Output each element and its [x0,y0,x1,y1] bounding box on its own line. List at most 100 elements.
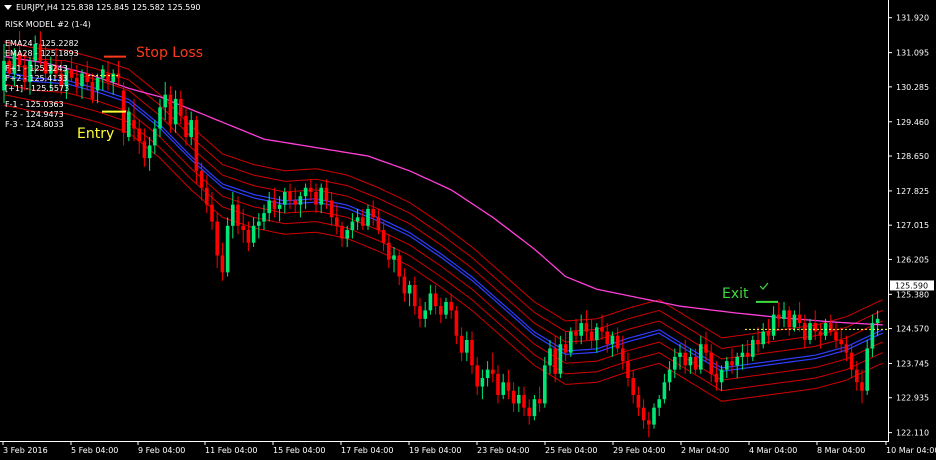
candle-body [693,356,698,370]
x-tick-label: 2 Mar 04:00 [681,446,729,455]
candle-body [90,82,95,99]
collapse-triangle-icon[interactable] [4,5,12,10]
candle-body [751,339,755,357]
x-tick-label: 8 Mar 04:00 [817,446,865,455]
y-tick-label: 126.205 [896,255,929,264]
candle-body [865,348,869,391]
candle-body [849,352,854,370]
candle-body [413,285,417,307]
candle-body [699,344,703,370]
candle-body [652,407,656,425]
readout-f-minus-3: F-3 - 124.8033 [5,120,64,129]
candle-body [735,356,739,366]
candle-body [792,314,797,328]
candle-body [397,255,401,277]
candle-body [366,208,370,226]
candle-body [168,94,173,125]
candle-body [771,314,776,336]
candle-body [345,230,349,239]
readout-f-plus-2: F+2 - 125.4133 [5,74,68,83]
candle-body [829,323,833,332]
candle-body [350,221,355,231]
candle-body [834,331,838,340]
y-tick-label: 127.015 [896,221,929,230]
y-tick-label: 122.935 [896,394,929,403]
candle-body [662,382,667,400]
candle-body [85,73,89,83]
x-tick-label: 17 Feb 04:00 [341,446,393,455]
candle-body [522,394,526,408]
candle-body [553,348,557,374]
candle-body [491,369,495,374]
x-tick-label: 15 Feb 04:00 [273,446,325,455]
candle-body [179,98,183,116]
y-tick-label: 131.920 [896,14,929,23]
candle-body [574,331,578,336]
y-tick-label: 125.380 [896,290,929,299]
candle-body [371,208,375,218]
candle-body [756,339,760,345]
candle-body [745,352,750,357]
candle-body [600,327,604,332]
indicator-name: RISK MODEL #2 (1-4) [5,20,91,29]
candle-body [803,323,807,340]
candle-body [215,221,219,256]
candle-body [335,217,339,226]
candle-body [782,310,786,319]
candle-body [231,204,235,226]
x-tick-label: 11 Feb 04:00 [205,446,257,455]
candle-body [407,285,412,294]
y-tick-label: 131.095 [896,49,929,58]
candle-body [641,407,646,421]
current-price-label: 125.590 [895,281,928,290]
candle-body [459,335,464,353]
candle-body [194,120,199,171]
candle-body [293,200,297,205]
y-tick-label: 130.285 [896,83,929,92]
candle-body [288,191,292,201]
candle-body [329,200,334,218]
candle-body [584,323,589,332]
readout-ema24: EMA24 - 125.2282 [5,39,79,48]
candle-body [277,204,282,209]
candle-body [511,390,516,404]
y-tick-label: 127.825 [896,187,929,196]
x-tick-label: 23 Feb 04:00 [477,446,529,455]
candle-body [309,187,313,192]
candle-body [626,361,630,379]
candle-body [605,331,609,345]
candle-body [101,69,105,78]
x-tick-label: 4 Mar 04:00 [749,446,797,455]
readout-f-minus-1: F-1 - 125.0363 [5,100,64,109]
symbol-header: EURJPY,H4 125.838 125.845 125.582 125.59… [4,3,201,13]
candle-body [147,145,152,159]
candle-body [688,356,693,366]
candle-body [569,331,573,353]
bull-candle [127,107,131,142]
candle-body [132,120,136,129]
candle-body [387,242,391,260]
candle-body [314,191,318,205]
candle-body [709,352,713,374]
x-tick-label: 9 Feb 04:00 [138,446,185,455]
candle-body [808,323,812,340]
candle-body [210,204,214,222]
candle-body [106,73,110,83]
candle-body [543,365,547,404]
x-tick-label: 5 Feb 04:00 [71,446,118,455]
x-tick-label: 10 Mar 04:00 [886,446,936,455]
candle-body [563,344,568,353]
candle-body [527,407,531,417]
candle-body [615,335,620,349]
candle-body [355,217,360,222]
candle-body [558,344,563,374]
candle-body [449,301,453,311]
candle-body [704,344,708,353]
price-chart[interactable]: 131.920 131.095 130.285 129.460 128.650 127.8… [0,0,936,460]
candle-body [501,382,505,395]
candle-body [839,339,843,345]
candle-body [766,331,771,336]
candle-body [262,213,266,222]
candle-body [797,314,802,324]
candle-body [761,331,765,345]
